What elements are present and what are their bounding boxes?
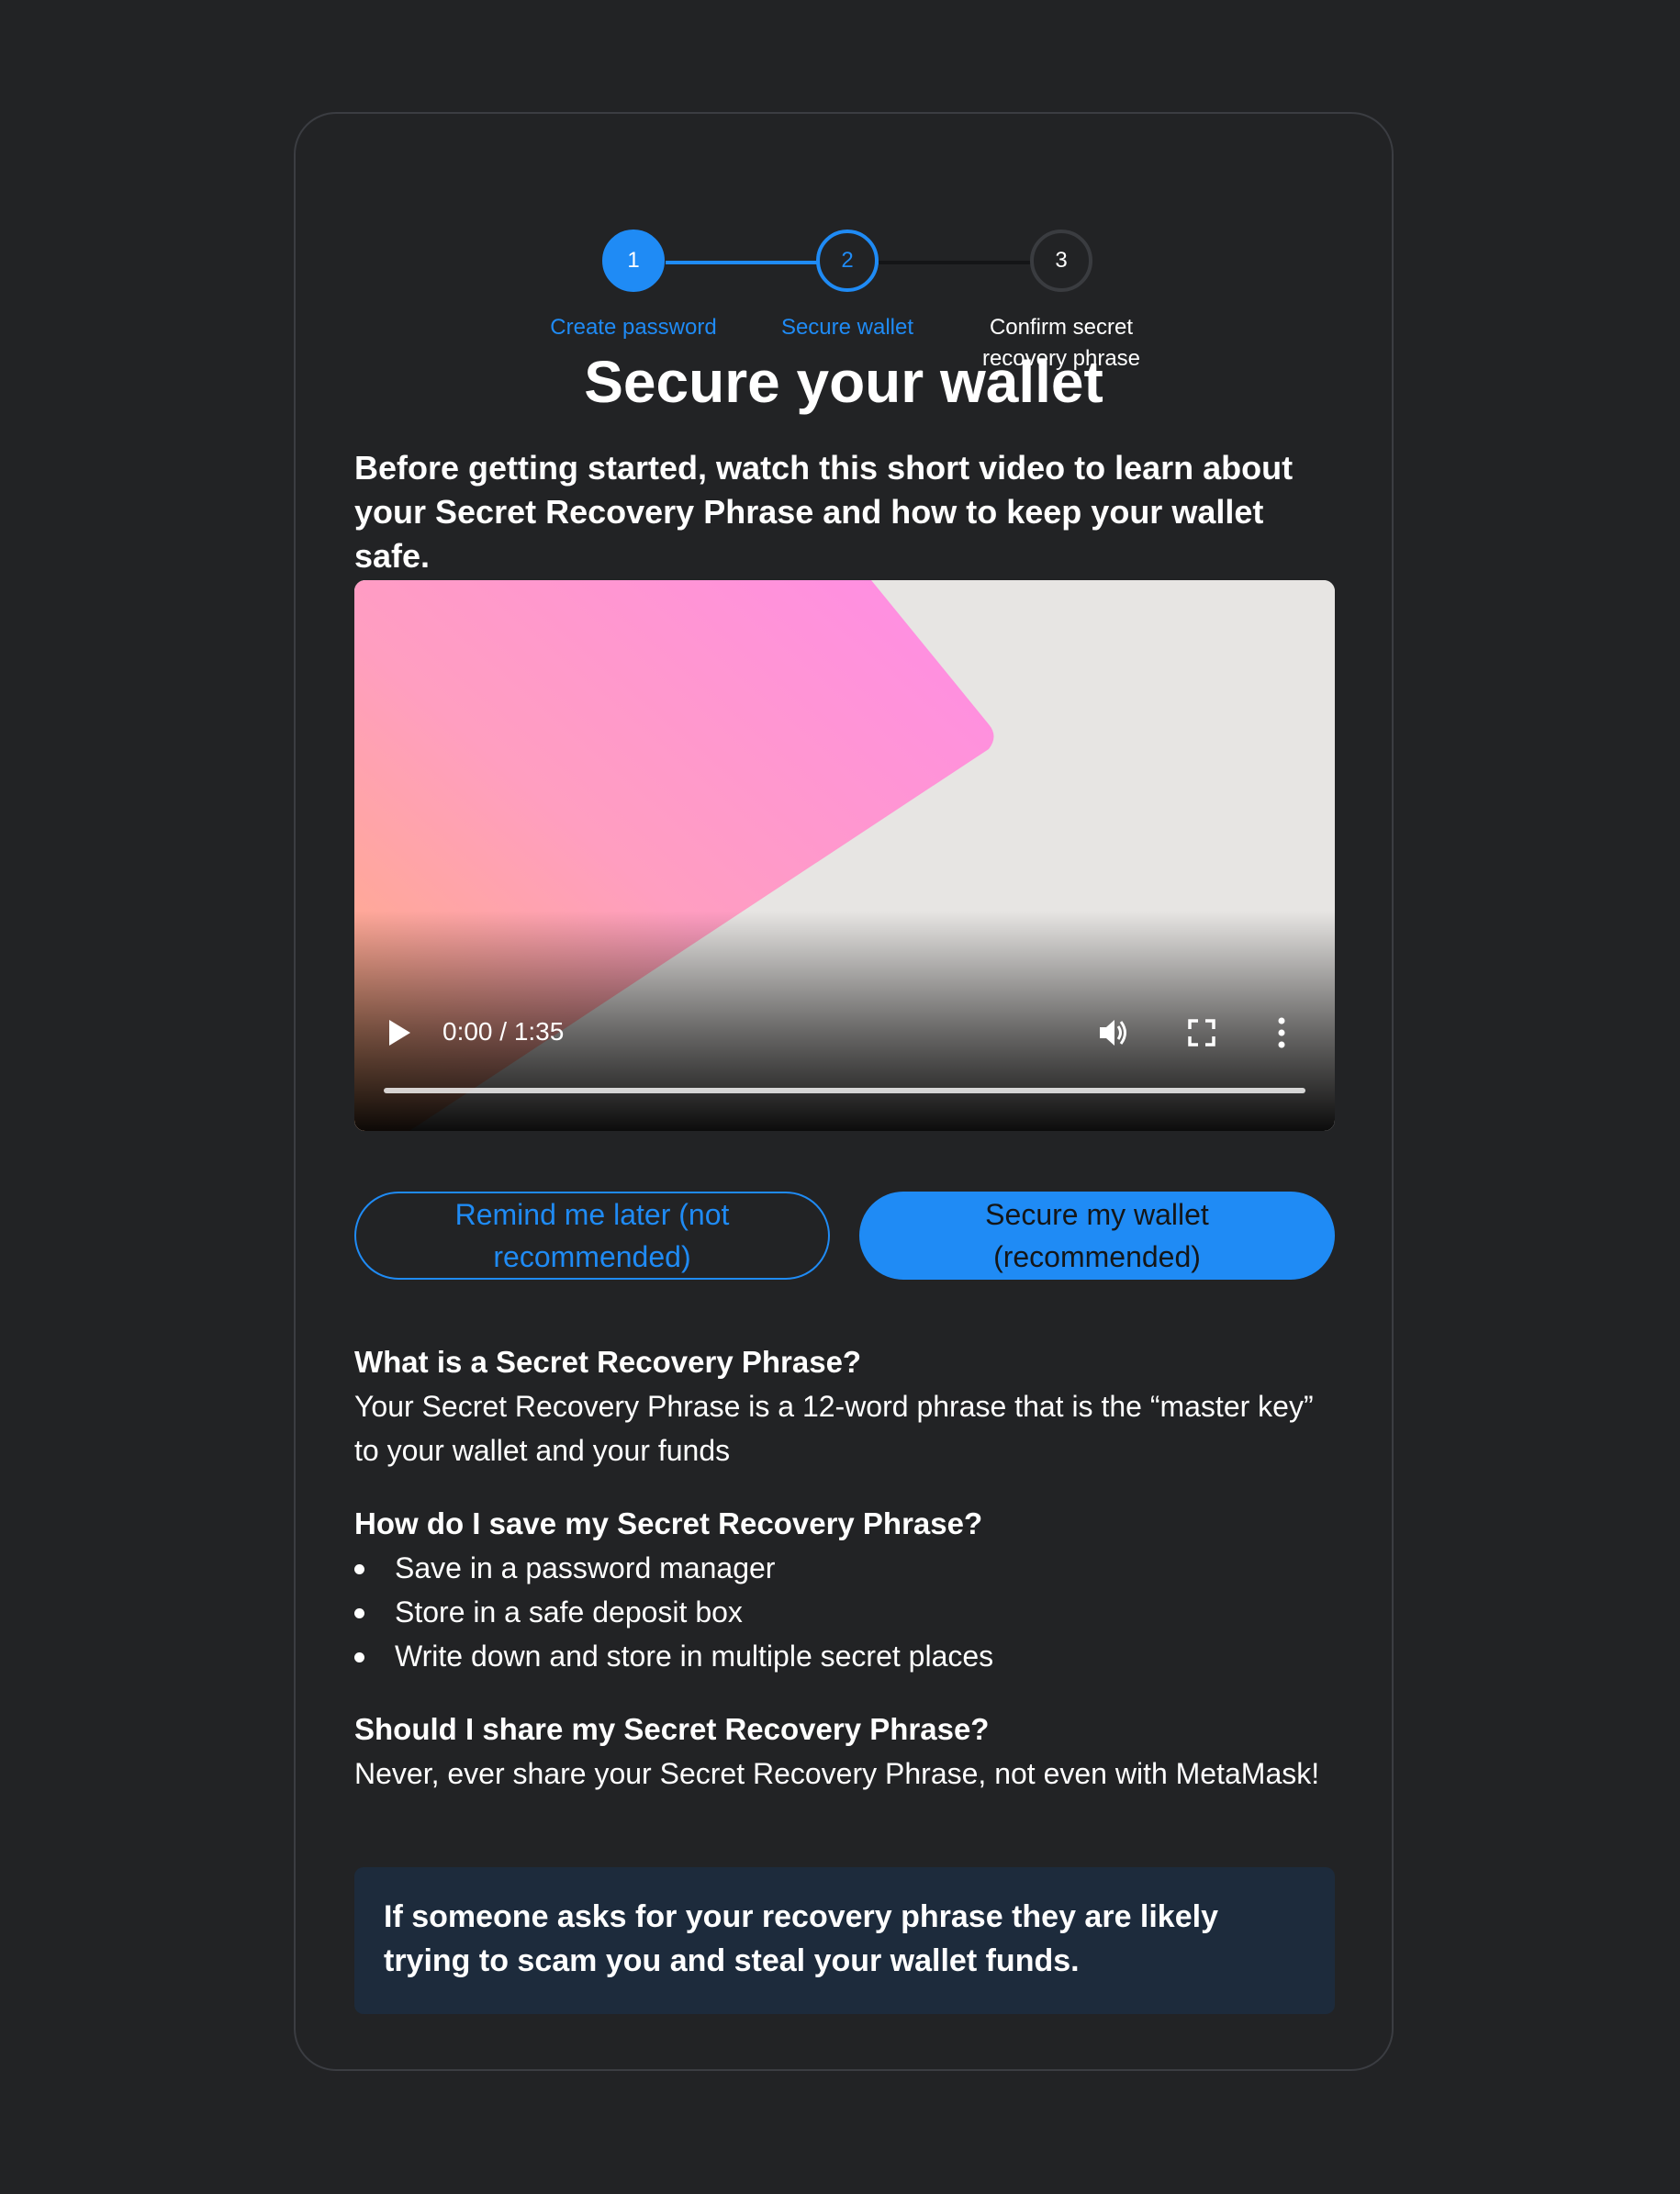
video-progress-bar[interactable] xyxy=(384,1088,1305,1093)
secure-my-wallet-button[interactable]: Secure my wallet (recommended) xyxy=(859,1192,1335,1280)
remind-me-later-button[interactable]: Remind me later (not recommended) xyxy=(354,1192,830,1280)
step-2-circle: 2 xyxy=(816,229,879,292)
video-player[interactable]: 0:00 / 1:35 xyxy=(354,580,1335,1131)
how-to-save-section: How do I save my Secret Recovery Phrase?… xyxy=(354,1502,1335,1678)
step-1-label: Create password xyxy=(550,315,717,340)
list-item: Write down and store in multiple secret … xyxy=(354,1634,1335,1678)
page-title: Secure your wallet xyxy=(584,349,1103,415)
list-item: Store in a safe deposit box xyxy=(354,1590,1335,1634)
bullet-icon xyxy=(354,1652,364,1662)
volume-icon[interactable] xyxy=(1098,1017,1131,1048)
save-tips-list: Save in a password manager Store in a sa… xyxy=(354,1546,1335,1678)
bullet-icon xyxy=(354,1564,364,1574)
scam-warning-banner: If someone asks for your recovery phrase… xyxy=(354,1867,1335,2014)
intro-text: Before getting started, watch this short… xyxy=(354,449,1294,575)
how-to-save-heading: How do I save my Secret Recovery Phrase? xyxy=(354,1506,983,1540)
list-item-text: Write down and store in multiple secret … xyxy=(395,1640,994,1673)
more-vertical-icon[interactable] xyxy=(1276,1017,1287,1048)
should-i-share-body: Never, ever share your Secret Recovery P… xyxy=(354,1757,1320,1790)
bullet-icon xyxy=(354,1608,364,1618)
list-item-text: Store in a safe deposit box xyxy=(395,1595,743,1629)
fullscreen-icon[interactable] xyxy=(1188,1019,1215,1047)
should-i-share-heading: Should I share my Secret Recovery Phrase… xyxy=(354,1712,990,1746)
step-2-label: Secure wallet xyxy=(780,315,914,340)
what-is-srp-heading: What is a Secret Recovery Phrase? xyxy=(354,1345,862,1379)
list-item-text: Save in a password manager xyxy=(395,1551,776,1584)
should-i-share-section: Should I share my Secret Recovery Phrase… xyxy=(354,1707,1335,1796)
progress-stepper: 1 2 3 Create password Secure wallet Conf… xyxy=(296,171,1392,371)
what-is-srp-body: Your Secret Recovery Phrase is a 12-word… xyxy=(354,1390,1314,1467)
what-is-srp-section: What is a Secret Recovery Phrase? Your S… xyxy=(354,1340,1335,1472)
step-3-circle: 3 xyxy=(1030,229,1092,292)
list-item: Save in a password manager xyxy=(354,1546,1335,1590)
play-icon[interactable] xyxy=(387,1019,411,1047)
video-time: 0:00 / 1:35 xyxy=(442,1017,565,1046)
onboarding-card: 1 2 3 Create password Secure wallet Conf… xyxy=(294,112,1394,2071)
step-1-circle: 1 xyxy=(602,229,665,292)
